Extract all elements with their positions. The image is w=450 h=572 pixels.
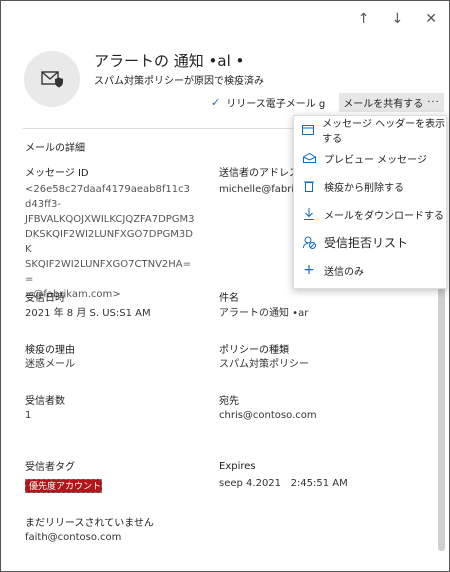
recipient-tag-badge: 優先度アカウント	[25, 479, 102, 493]
menu-item-label: 受信拒否リスト	[324, 235, 409, 250]
expires-label: Expires	[219, 461, 256, 472]
menu-item-label: プレビュー メッセージ	[324, 154, 427, 166]
policy-type-value: スパム対策ポリシー	[219, 359, 309, 370]
to-value: chris@contoso.com	[219, 410, 317, 421]
header-icon	[302, 123, 315, 137]
menu-item-submit-only[interactable]: + 送信のみ	[294, 256, 446, 284]
recipient-count-label: 受信者数	[25, 396, 65, 407]
recipient-tag-label: 受信者タグ	[25, 462, 75, 473]
recipient-count-value: 1	[25, 410, 32, 421]
menu-item-preview[interactable]: プレビュー メッセージ	[294, 144, 446, 172]
trash-icon	[302, 179, 316, 193]
menu-item-label: 検疫から削除する	[324, 182, 404, 194]
close-icon[interactable]: ✕	[425, 11, 437, 27]
more-options-menu: メッセージ ヘッダーを表示する プレビュー メッセージ 検疫から削除する メール…	[293, 115, 447, 289]
menu-item-label: 送信のみ	[324, 266, 364, 278]
expires-value: seep 4.2021 2:45:51 AM	[219, 478, 348, 489]
preview-icon	[302, 151, 316, 165]
menu-item-block-list[interactable]: 受信拒否リスト	[294, 228, 446, 256]
action-bar: ✓ リリース電子メール g メールを共有する ···	[211, 93, 444, 112]
not-released-value: faith@contoso.com	[25, 532, 122, 543]
menu-item-view-header[interactable]: メッセージ ヘッダーを表示する	[294, 116, 446, 145]
page-subtitle: スパム対策ポリシーが原因で検疫済み	[94, 76, 264, 87]
page-title: アラートの 通知 •al •	[94, 52, 245, 70]
subject-label: 件名	[219, 293, 239, 304]
share-email-label: メールを共有する	[343, 99, 424, 110]
share-email-button[interactable]: メールを共有する ···	[339, 93, 444, 112]
received-time-value: 2021 年 8 月 S. US:S1 AM	[25, 308, 151, 319]
message-id-label: メッセージ ID	[25, 168, 89, 179]
details-panel: ↑ ↓ ✕ アラートの 通知 •al • スパム対策ポリシーが原因で検疫済み ✓…	[0, 0, 450, 572]
panel-navigation: ↑ ↓ ✕	[358, 11, 437, 27]
mail-shield-icon	[41, 71, 63, 88]
not-released-label: まだリリースされていません	[25, 518, 154, 529]
policy-type-label: ポリシーの種類	[219, 345, 289, 356]
message-avatar	[24, 51, 80, 107]
subject-value: アラートの通知 •ar	[219, 308, 309, 319]
plus-icon: +	[303, 262, 315, 278]
section-title: メールの詳細	[25, 143, 85, 154]
previous-item-icon[interactable]: ↑	[358, 11, 370, 27]
quarantine-reason-value: 迷惑メール	[25, 359, 75, 370]
block-user-icon	[302, 235, 316, 249]
next-item-icon[interactable]: ↓	[392, 11, 404, 27]
quarantine-reason-label: 検疫の理由	[25, 345, 75, 356]
to-label: 宛先	[219, 396, 239, 407]
menu-item-delete[interactable]: 検疫から削除する	[294, 172, 446, 200]
received-time-label: 受信日時	[25, 293, 65, 304]
check-icon: ✓	[211, 96, 221, 109]
release-email-button[interactable]: リリース電子メール g	[226, 95, 325, 110]
more-options-icon[interactable]: ···	[427, 97, 440, 108]
download-icon	[302, 207, 316, 221]
message-id-value: <26e58c27daaf4179aeab8f11c3d43ff3- JFBVA…	[25, 184, 195, 300]
menu-item-download[interactable]: メールをダウンロードする	[294, 200, 446, 228]
menu-item-label: メールをダウンロードする	[324, 210, 444, 222]
sender-address-label: 送信者のアドレス	[219, 168, 299, 179]
menu-item-label: メッセージ ヘッダーを表示する	[322, 119, 446, 145]
